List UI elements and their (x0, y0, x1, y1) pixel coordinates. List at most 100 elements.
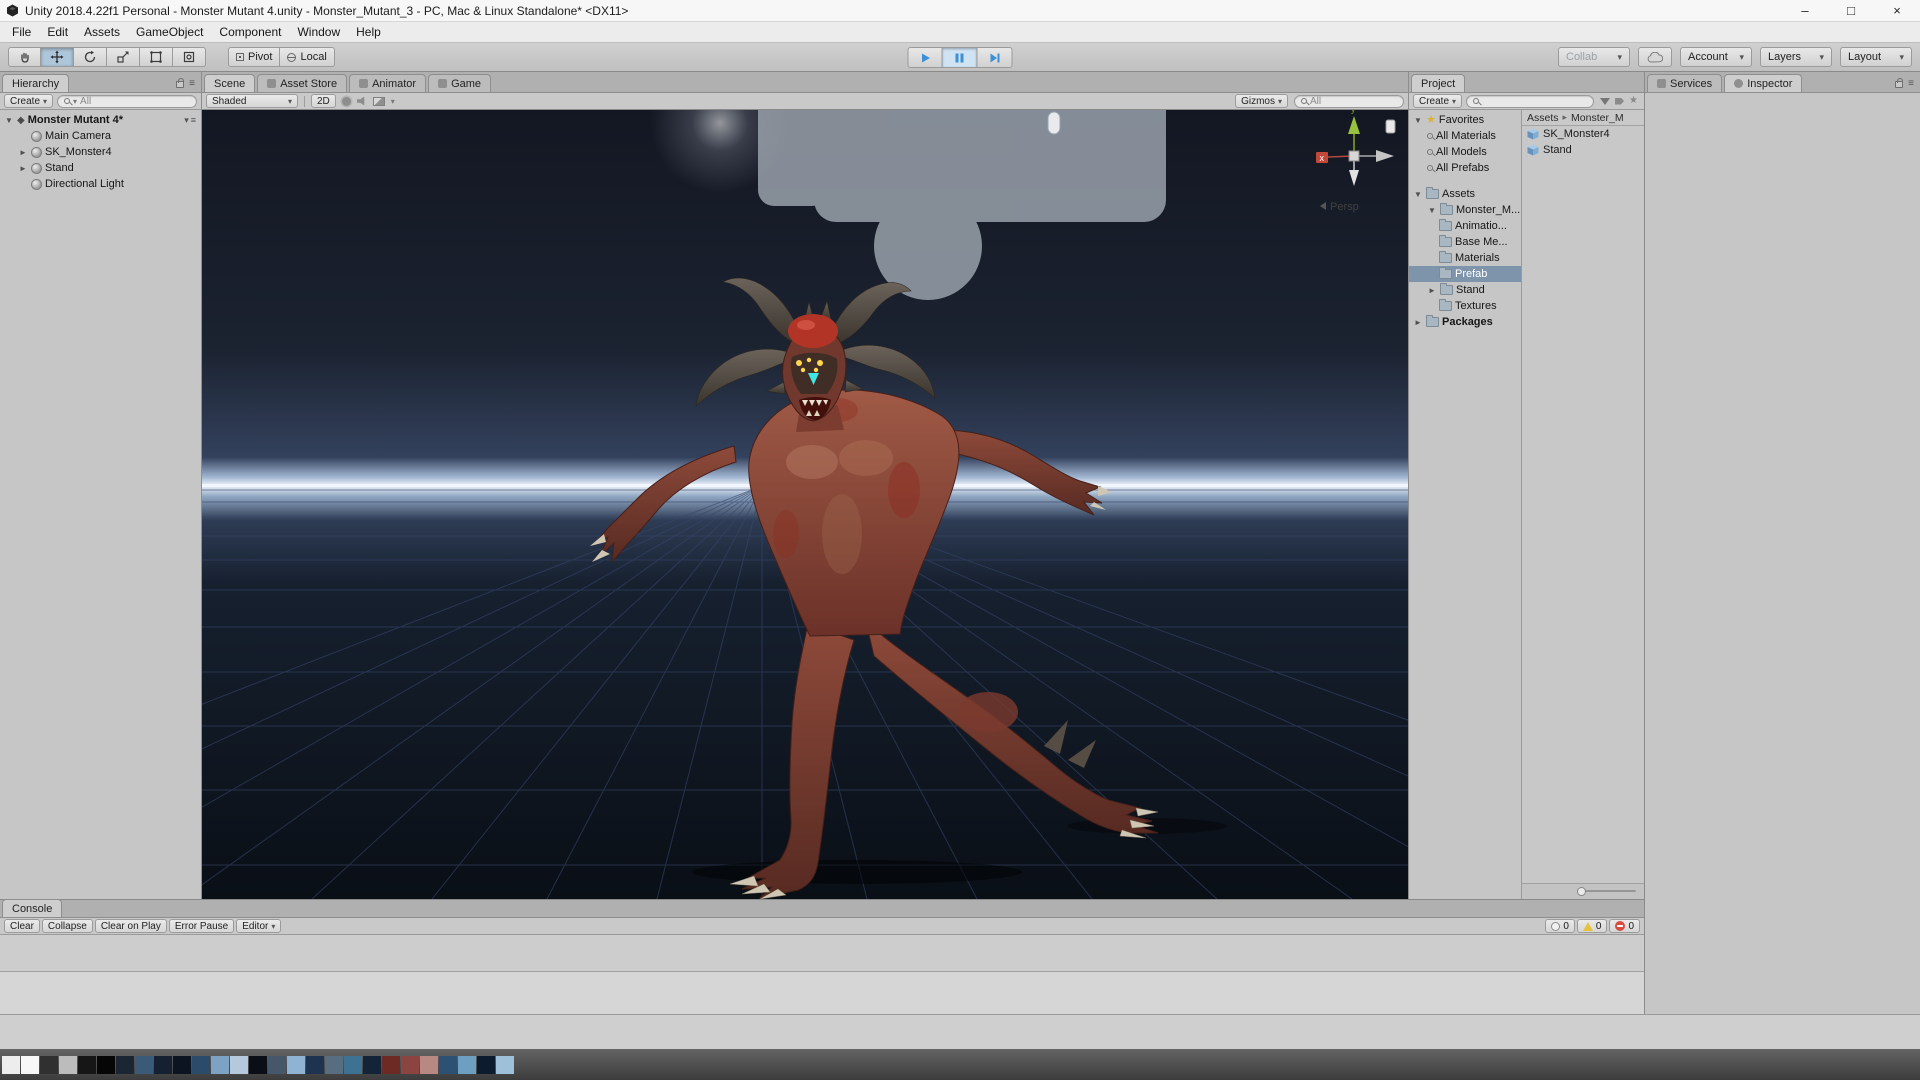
expand-arrow-icon[interactable]: ► (18, 164, 28, 173)
taskbar-swatch[interactable] (306, 1055, 324, 1074)
taskbar-swatch[interactable] (249, 1055, 267, 1074)
error-filter-button[interactable]: 0 (1609, 919, 1640, 933)
taskbar-swatch[interactable] (116, 1055, 134, 1074)
viewport-corner-icon[interactable] (1385, 119, 1396, 134)
tab-hierarchy[interactable]: Hierarchy (2, 74, 70, 92)
menu-component[interactable]: Component (211, 22, 289, 42)
asset-sk-monster4[interactable]: SK_Monster4 (1522, 126, 1644, 142)
tab-scene[interactable]: Scene (204, 74, 256, 92)
taskbar-swatch[interactable] (401, 1055, 419, 1074)
taskbar-swatch[interactable] (496, 1055, 514, 1074)
project-search-input[interactable] (1466, 94, 1595, 108)
taskbar-swatch[interactable] (192, 1055, 210, 1074)
layout-dropdown[interactable]: Layout ▾ (1840, 47, 1912, 67)
account-dropdown[interactable]: Account ▾ (1680, 47, 1752, 67)
taskbar-swatch[interactable] (59, 1055, 77, 1074)
shading-mode-dropdown[interactable]: Shaded ▾ (206, 94, 298, 108)
console-clear-button[interactable]: Clear (4, 919, 40, 933)
breadcrumb-current[interactable]: Monster_M (1571, 112, 1624, 124)
breadcrumb-root[interactable]: Assets (1527, 112, 1559, 124)
expand-arrow-icon[interactable]: ▼ (1413, 116, 1423, 125)
console-collapse-button[interactable]: Collapse (41, 919, 93, 933)
scene-lighting-toggle-icon[interactable] (341, 96, 351, 106)
hierarchy-search-input[interactable]: ▾ All (57, 94, 197, 108)
2d-toggle-button[interactable]: 2D (311, 94, 336, 108)
zoom-slider-knob[interactable] (1577, 886, 1586, 896)
assets-root-row[interactable]: ▼ Assets (1409, 186, 1521, 202)
play-button[interactable] (907, 47, 943, 68)
menu-help[interactable]: Help (348, 22, 389, 42)
minimize-button[interactable]: – (1782, 0, 1828, 21)
taskbar-swatch[interactable] (458, 1055, 476, 1074)
taskbar-swatch[interactable] (173, 1055, 191, 1074)
console-clear-on-play-button[interactable]: Clear on Play (94, 919, 167, 933)
warning-filter-button[interactable]: 0 (1576, 919, 1608, 933)
rotate-tool-button[interactable] (74, 47, 107, 67)
local-toggle-button[interactable]: Local (280, 47, 335, 67)
asset-stand[interactable]: Stand (1522, 142, 1644, 158)
cloud-button[interactable] (1638, 47, 1672, 67)
search-by-type-icon[interactable] (1600, 97, 1611, 105)
taskbar-swatch[interactable] (477, 1055, 495, 1074)
collab-dropdown[interactable]: Collab ▾ (1558, 47, 1630, 67)
packages-row[interactable]: ► Packages (1409, 314, 1521, 330)
tab-asset-store[interactable]: Asset Store (257, 74, 348, 92)
expand-arrow-icon[interactable]: ▼ (1413, 190, 1423, 199)
tab-animator[interactable]: Animator (349, 74, 427, 92)
lock-icon[interactable] (176, 77, 185, 88)
expand-arrow-icon[interactable]: ▼ (1427, 206, 1437, 215)
menu-gameobject[interactable]: GameObject (128, 22, 211, 42)
scene-audio-toggle-icon[interactable] (356, 96, 365, 106)
taskbar-swatch[interactable] (40, 1055, 58, 1074)
pause-button[interactable] (942, 47, 978, 68)
taskbar-swatch[interactable] (211, 1055, 229, 1074)
gizmo-center-cube[interactable] (1348, 150, 1360, 162)
expand-arrow-icon[interactable]: ► (18, 148, 28, 157)
tab-inspector[interactable]: Inspector (1724, 74, 1803, 92)
layers-dropdown[interactable]: Layers ▾ (1760, 47, 1832, 67)
taskbar-swatch[interactable] (135, 1055, 153, 1074)
taskbar-swatch[interactable] (230, 1055, 248, 1074)
favorite-all-materials[interactable]: All Materials (1409, 128, 1521, 144)
hierarchy-item-sk-monster4[interactable]: ► SK_Monster4 (0, 144, 201, 160)
taskbar-swatch[interactable] (344, 1055, 362, 1074)
folder-animation[interactable]: Animatio... (1409, 218, 1521, 234)
transform-tool-button[interactable] (173, 47, 206, 67)
tab-game[interactable]: Game (428, 74, 492, 92)
hierarchy-item-stand[interactable]: ► Stand (0, 160, 201, 176)
taskbar-swatch[interactable] (2, 1055, 20, 1074)
menu-assets[interactable]: Assets (76, 22, 128, 42)
save-search-star-icon[interactable]: ★ (1629, 96, 1638, 106)
taskbar-swatch[interactable] (154, 1055, 172, 1074)
pivot-toggle-button[interactable]: Pivot (228, 47, 281, 67)
menu-edit[interactable]: Edit (39, 22, 76, 42)
light-capsule-gizmo[interactable] (1047, 111, 1061, 135)
scene-effects-toggle-icon[interactable] (372, 96, 385, 106)
taskbar-swatch[interactable] (420, 1055, 438, 1074)
gizmos-dropdown[interactable]: Gizmos ▾ (1235, 94, 1288, 108)
console-error-pause-button[interactable]: Error Pause (168, 919, 235, 933)
folder-prefab[interactable]: Prefab (1409, 266, 1521, 282)
scene-viewport[interactable]: y x Persp (202, 110, 1408, 899)
hierarchy-item-main-camera[interactable]: Main Camera (0, 128, 201, 144)
folder-monster-mutant[interactable]: ▼ Monster_M... (1409, 202, 1521, 218)
taskbar-swatch[interactable] (382, 1055, 400, 1074)
caret-icon[interactable]: ▾ (391, 97, 395, 106)
favorite-all-prefabs[interactable]: All Prefabs (1409, 160, 1521, 176)
hierarchy-item-directional-light[interactable]: Directional Light (0, 176, 201, 192)
taskbar-swatch[interactable] (287, 1055, 305, 1074)
tab-console[interactable]: Console (2, 899, 63, 917)
expand-arrow-icon[interactable]: ► (1427, 286, 1437, 295)
scene-menu-icon[interactable]: ▾ ≡ (184, 115, 201, 126)
folder-textures[interactable]: Textures (1409, 298, 1521, 314)
maximize-button[interactable]: □ (1828, 0, 1874, 21)
taskbar-swatch[interactable] (439, 1055, 457, 1074)
rect-tool-button[interactable] (140, 47, 173, 67)
console-editor-dropdown[interactable]: Editor ▾ (236, 919, 282, 933)
move-tool-button[interactable] (41, 47, 74, 67)
panel-menu-icon[interactable]: ≡ (189, 79, 195, 89)
menu-file[interactable]: File (4, 22, 39, 42)
project-create-button[interactable]: Create ▾ (1413, 94, 1463, 108)
info-filter-button[interactable]: 0 (1545, 919, 1575, 933)
hierarchy-create-button[interactable]: Create ▾ (4, 94, 54, 108)
